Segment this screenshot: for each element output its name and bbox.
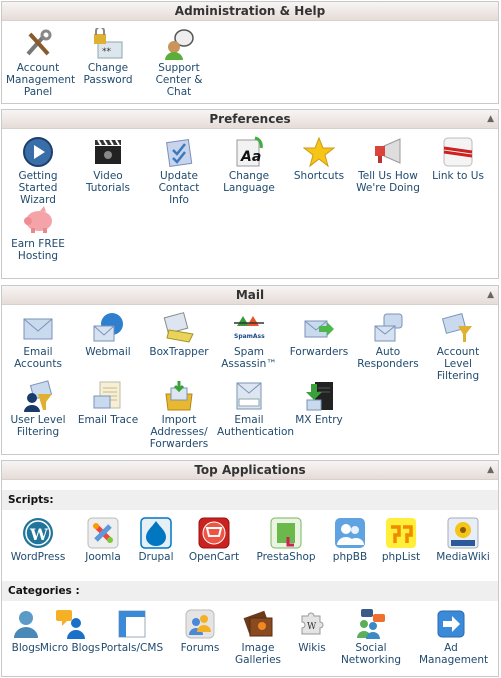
app-mediawiki[interactable]: MediaWiki bbox=[431, 517, 495, 563]
item-spam-assassin[interactable]: SpamAssassin Spam Assassin™ bbox=[217, 312, 281, 370]
import-icon bbox=[165, 381, 193, 411]
category-forums[interactable]: Forums bbox=[168, 608, 232, 654]
play-icon bbox=[23, 137, 53, 167]
item-webmail[interactable]: Webmail bbox=[76, 312, 140, 358]
item-user-level-filtering[interactable]: User Level Filtering bbox=[6, 380, 70, 438]
svg-text:SpamAssassin: SpamAssassin bbox=[234, 333, 265, 340]
categories-heading: Categories : bbox=[2, 581, 498, 601]
item-link-to-us[interactable]: Link to Us bbox=[426, 136, 490, 182]
joomla-icon bbox=[87, 517, 119, 549]
scripts-heading: Scripts: bbox=[2, 490, 498, 510]
panel-header: Preferences ▲ bbox=[2, 110, 498, 129]
tools-icon bbox=[26, 29, 52, 56]
email-auth-icon bbox=[236, 382, 262, 410]
envelope-icon bbox=[23, 318, 53, 340]
item-change-password[interactable]: ** Change Password bbox=[76, 28, 140, 86]
panel-title: Mail bbox=[235, 288, 265, 302]
wordpress-icon: W bbox=[23, 518, 53, 548]
app-wordpress[interactable]: W WordPress bbox=[6, 517, 70, 563]
lock-password-icon: ** bbox=[94, 28, 123, 59]
panel-admin-help: Administration & Help Account Management… bbox=[1, 1, 499, 104]
panel-title: Preferences bbox=[209, 112, 291, 126]
opencart-icon bbox=[198, 517, 230, 549]
svg-text:Aa: Aa bbox=[240, 149, 261, 165]
item-boxtrapper[interactable]: BoxTrapper bbox=[147, 312, 211, 358]
item-support-center[interactable]: Support Center & Chat bbox=[147, 28, 211, 98]
micro-blogs-icon bbox=[56, 610, 85, 639]
ad-management-icon bbox=[437, 610, 465, 638]
item-mx-entry[interactable]: MX Entry bbox=[287, 380, 351, 426]
panel-title: Top Applications bbox=[194, 463, 306, 477]
app-prestashop[interactable]: PrestaShop bbox=[254, 517, 318, 563]
megaphone-icon bbox=[375, 138, 401, 164]
item-shortcuts[interactable]: Shortcuts bbox=[287, 136, 351, 182]
panel-preferences: Preferences ▲ Getting Started Wizard Vid… bbox=[1, 109, 499, 279]
mx-server-icon bbox=[306, 382, 333, 411]
piggy-bank-icon bbox=[24, 206, 52, 233]
phplist-icon bbox=[386, 518, 416, 548]
spamassassin-icon: SpamAssassin bbox=[234, 316, 265, 340]
item-import-addresses[interactable]: Import Addresses/ Forwarders bbox=[147, 380, 211, 450]
item-video-tutorials[interactable]: Video Tutorials bbox=[76, 136, 140, 194]
portals-icon bbox=[118, 610, 146, 638]
panel-title: Administration & Help bbox=[174, 4, 326, 18]
item-account-level-filtering[interactable]: Account Level Filtering bbox=[426, 312, 490, 382]
collapse-toggle-icon[interactable]: ▲ bbox=[487, 286, 494, 304]
social-networking-icon bbox=[357, 609, 385, 639]
item-earn-free-hosting[interactable]: Earn FREE Hosting bbox=[6, 204, 70, 262]
item-email-trace[interactable]: Email Trace bbox=[76, 380, 140, 426]
drupal-icon bbox=[140, 517, 172, 549]
panel-header: Administration & Help bbox=[2, 2, 498, 21]
webmail-icon bbox=[93, 313, 123, 342]
image-galleries-icon bbox=[243, 610, 273, 637]
panel-header: Top Applications ▲ bbox=[2, 461, 498, 480]
item-change-language[interactable]: Aa Change Language bbox=[217, 136, 281, 194]
svg-text:W: W bbox=[29, 525, 49, 544]
contact-info-icon bbox=[166, 139, 193, 167]
item-tell-us[interactable]: Tell Us How We're Doing bbox=[356, 136, 420, 194]
collapse-toggle-icon[interactable]: ▲ bbox=[487, 461, 494, 479]
forwarders-icon bbox=[304, 320, 334, 338]
panel-top-applications: Top Applications ▲ Scripts: W WordPress … bbox=[1, 460, 499, 677]
language-icon: Aa bbox=[236, 136, 263, 167]
item-auto-responders[interactable]: Auto Responders bbox=[356, 312, 420, 370]
link-icon bbox=[443, 137, 473, 167]
boxtrapper-icon bbox=[163, 312, 194, 343]
autoresponder-icon bbox=[374, 313, 403, 342]
item-email-accounts[interactable]: Email Accounts bbox=[6, 312, 70, 370]
phpbb-icon bbox=[335, 518, 365, 548]
item-account-management[interactable]: Account Management Panel bbox=[6, 28, 75, 98]
panel-mail: Mail ▲ Email Accounts Webmail BoxTrapper… bbox=[1, 285, 499, 455]
user-filter-icon bbox=[24, 380, 53, 412]
svg-text:**: ** bbox=[102, 47, 112, 57]
item-email-authentication[interactable]: Email Authentication bbox=[217, 380, 294, 438]
wikis-icon: W bbox=[301, 612, 324, 635]
category-social-networking[interactable]: Social Networking bbox=[339, 608, 403, 666]
panel-header: Mail ▲ bbox=[2, 286, 498, 305]
collapse-toggle-icon[interactable]: ▲ bbox=[487, 110, 494, 128]
support-chat-icon bbox=[165, 29, 194, 60]
category-ad-management[interactable]: Ad Management bbox=[419, 608, 488, 666]
app-phplist[interactable]: phpList bbox=[369, 517, 433, 563]
category-portals-cms[interactable]: Portals/CMS bbox=[100, 608, 164, 654]
mediawiki-icon bbox=[447, 517, 479, 549]
category-micro-blogs[interactable]: Micro Blogs bbox=[38, 608, 102, 654]
item-update-contact[interactable]: Update Contact Info bbox=[147, 136, 211, 206]
prestashop-icon bbox=[270, 517, 302, 549]
forums-icon bbox=[185, 609, 215, 639]
item-getting-started[interactable]: Getting Started Wizard bbox=[6, 136, 70, 206]
app-drupal[interactable]: Drupal bbox=[124, 517, 188, 563]
category-wikis[interactable]: W Wikis bbox=[280, 608, 344, 654]
item-forwarders[interactable]: Forwarders bbox=[287, 312, 351, 358]
clapperboard-icon bbox=[95, 139, 121, 164]
app-opencart[interactable]: OpenCart bbox=[182, 517, 246, 563]
star-icon bbox=[303, 136, 335, 168]
filter-icon bbox=[442, 313, 472, 342]
svg-text:W: W bbox=[307, 622, 317, 632]
email-trace-icon bbox=[93, 381, 121, 409]
